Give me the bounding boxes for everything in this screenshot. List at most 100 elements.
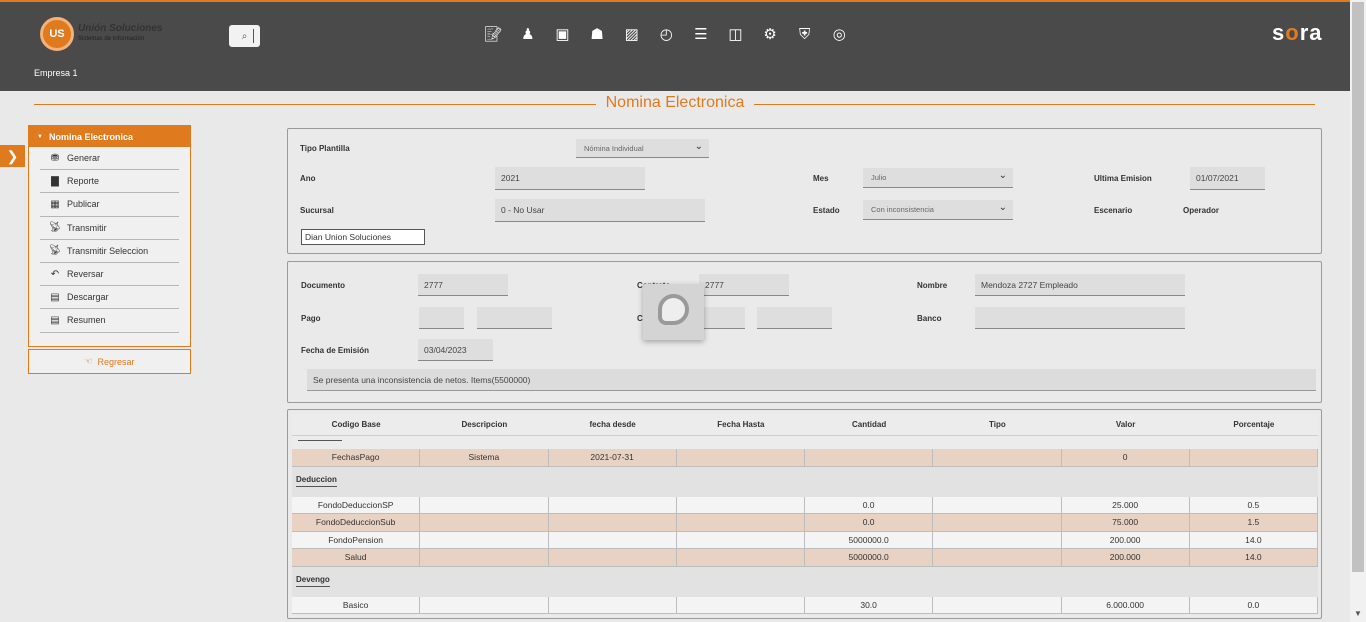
mes-label: Mes: [813, 174, 829, 183]
column-header[interactable]: Porcentaje: [1190, 414, 1318, 435]
sidebar-item-transmitir[interactable]: 📡︎ Transmitir: [40, 217, 179, 240]
sidebar-item-transmitir-seleccion[interactable]: 📡︎ Transmitir Seleccion: [40, 240, 179, 263]
coins-icon: ⛃: [50, 152, 60, 164]
document-icon: ▤: [50, 291, 60, 303]
antenna-icon: 📡︎: [48, 245, 62, 257]
sidebar-menu: ▼ Nomina Electronica ⛃ Generar ▇ Reporte ▦…: [28, 125, 191, 347]
sidebar-header[interactable]: ▼ Nomina Electronica: [29, 126, 190, 147]
group-header-deduccion[interactable]: Deduccion: [292, 466, 1318, 497]
sucursal-field[interactable]: 0 - No Usar: [495, 199, 705, 222]
escenario-label: Escenario: [1094, 206, 1133, 215]
fecha-emision-field[interactable]: 03/04/2023: [418, 339, 493, 361]
search-icon: ⌕: [241, 30, 248, 42]
ano-label: Ano: [300, 174, 316, 183]
pago-label: Pago: [301, 314, 321, 323]
banco-label: Banco: [917, 314, 942, 323]
escenario-value: Operador: [1183, 206, 1220, 215]
presentation-icon[interactable]: ◫: [718, 22, 753, 46]
scroll-down-icon[interactable]: ▼: [1354, 609, 1362, 618]
chevron-down-icon: ⌄: [998, 202, 1007, 213]
column-header[interactable]: Valor: [1062, 414, 1190, 435]
estado-select[interactable]: Con inconsistencia ⌄: [863, 200, 1013, 220]
column-header[interactable]: Cantidad: [805, 414, 933, 435]
org-chart-icon[interactable]: ☗: [580, 22, 615, 46]
table-row[interactable]: FondoDeduccionSub 0.0 75.000 1.5: [292, 514, 1318, 532]
column-header[interactable]: Tipo: [933, 414, 1061, 435]
settings-shield-icon[interactable]: ⛨: [787, 22, 822, 46]
person-assign-icon[interactable]: ♟: [511, 22, 546, 46]
column-header[interactable]: Descripcion: [420, 414, 548, 435]
ano-field[interactable]: 2021: [495, 167, 645, 190]
divider: [754, 104, 1315, 105]
cuenta-field-2[interactable]: [757, 307, 832, 329]
back-hand-icon: ☜: [84, 356, 93, 366]
table-header: Codigo Base Descripcion fecha desde Fech…: [292, 414, 1318, 436]
ultima-emision-field[interactable]: 01/07/2021: [1190, 167, 1265, 190]
chevron-down-icon: ⌄: [998, 170, 1007, 181]
chevron-down-icon: ⌄: [694, 141, 703, 152]
gears-icon[interactable]: ⚙: [753, 22, 788, 46]
ultima-emision-label: Ultima Emision: [1094, 174, 1152, 183]
sidebar-item-reversar[interactable]: ↶ Reversar: [40, 263, 179, 287]
list-document-icon[interactable]: ☰: [684, 22, 719, 46]
sidebar-toggle-button[interactable]: ❯: [0, 145, 25, 167]
table-row[interactable]: Basico 30.0 6.000.000 0.0: [292, 596, 1318, 614]
table-row[interactable]: FondoDeduccionSP 0.0 25.000 0.5: [292, 496, 1318, 514]
company-name: Empresa 1: [34, 68, 78, 78]
table-row[interactable]: FondoPension 5000000.0 200.000 14.0: [292, 531, 1318, 549]
tipo-plantilla-select[interactable]: Nómina Individual ⌄: [576, 139, 709, 158]
fecha-emision-label: Fecha de Emisión: [301, 346, 370, 355]
pago-field-2[interactable]: [477, 307, 552, 329]
column-header[interactable]: Fecha Hasta: [677, 414, 805, 435]
sidebar-item-descargar[interactable]: ▤ Descargar: [40, 286, 179, 310]
items-table: Codigo Base Descripcion fecha desde Fech…: [292, 414, 1318, 614]
divider: [298, 440, 342, 441]
sucursal-label: Sucursal: [300, 206, 334, 215]
publish-icon: ▦: [50, 198, 60, 210]
page-scrollbar[interactable]: ▼: [1350, 0, 1366, 622]
nombre-label: Nombre: [917, 281, 948, 290]
bar-chart-icon: ▇: [51, 175, 59, 187]
mes-select[interactable]: Julio ⌄: [863, 168, 1013, 188]
estado-label: Estado: [813, 206, 840, 215]
divider: [34, 104, 596, 105]
filters-panel: Tipo Plantilla Nómina Individual ⌄ Ano 2…: [287, 128, 1322, 254]
group-header-devengo[interactable]: Devengo: [292, 566, 1318, 597]
sidebar-item-generar[interactable]: ⛃ Generar: [40, 147, 179, 171]
page-title-row: Nomina Electronica: [34, 94, 1315, 114]
table-row[interactable]: FechasPago Sistema 2021-07-31 0: [292, 449, 1318, 467]
banco-field[interactable]: [975, 307, 1185, 329]
logo-name: Unión Soluciones: [78, 23, 163, 34]
chevron-right-icon: ❯: [6, 147, 19, 164]
contrato-field[interactable]: 2777: [699, 274, 789, 296]
company-logo[interactable]: US Unión Soluciones Sistemas de Informac…: [40, 17, 162, 51]
loading-spinner: [643, 284, 704, 340]
sidebar-item-reporte[interactable]: ▇ Reporte: [40, 170, 179, 194]
regresar-button[interactable]: ☜ Regresar: [28, 349, 191, 374]
sidebar-item-publicar[interactable]: ▦ Publicar: [40, 193, 179, 217]
logo-tagline: Sistemas de Información: [78, 36, 145, 42]
cuenta-field-1[interactable]: [700, 307, 745, 329]
group-icon[interactable]: ◎: [822, 22, 857, 46]
brand-logo: sora: [1272, 20, 1323, 45]
top-bar: US Unión Soluciones Sistemas de Informac…: [0, 0, 1350, 91]
documento-field[interactable]: 2777: [418, 274, 508, 296]
nombre-field[interactable]: Mendoza 2727 Empleado: [975, 274, 1185, 296]
column-header[interactable]: fecha desde: [549, 414, 677, 435]
stopwatch-icon[interactable]: ◴: [649, 22, 684, 46]
document-icon: ▤: [50, 314, 60, 326]
scroll-thumb[interactable]: [1352, 2, 1364, 572]
pago-field-1[interactable]: [419, 307, 464, 329]
table-row[interactable]: Salud 5000000.0 200.000 14.0: [292, 549, 1318, 567]
column-header[interactable]: Codigo Base: [292, 414, 420, 435]
dian-field[interactable]: Dian Union Soluciones: [301, 229, 425, 245]
people-card-icon[interactable]: ▨: [614, 22, 649, 46]
module-nav: 📝︎ ♟ ▣ ☗ ▨ ◴ ☰ ◫ ⚙ ⛨ ◎: [476, 22, 857, 46]
logo-mark: US: [40, 17, 74, 51]
spinner-icon: [658, 294, 689, 325]
search-button[interactable]: ⌕: [229, 25, 260, 47]
document-edit-icon[interactable]: 📝︎: [476, 22, 511, 46]
gift-icon[interactable]: ▣: [545, 22, 580, 46]
sidebar-item-resumen[interactable]: ▤ Resumen: [40, 309, 179, 333]
caret-down-icon: ▼: [37, 133, 43, 140]
